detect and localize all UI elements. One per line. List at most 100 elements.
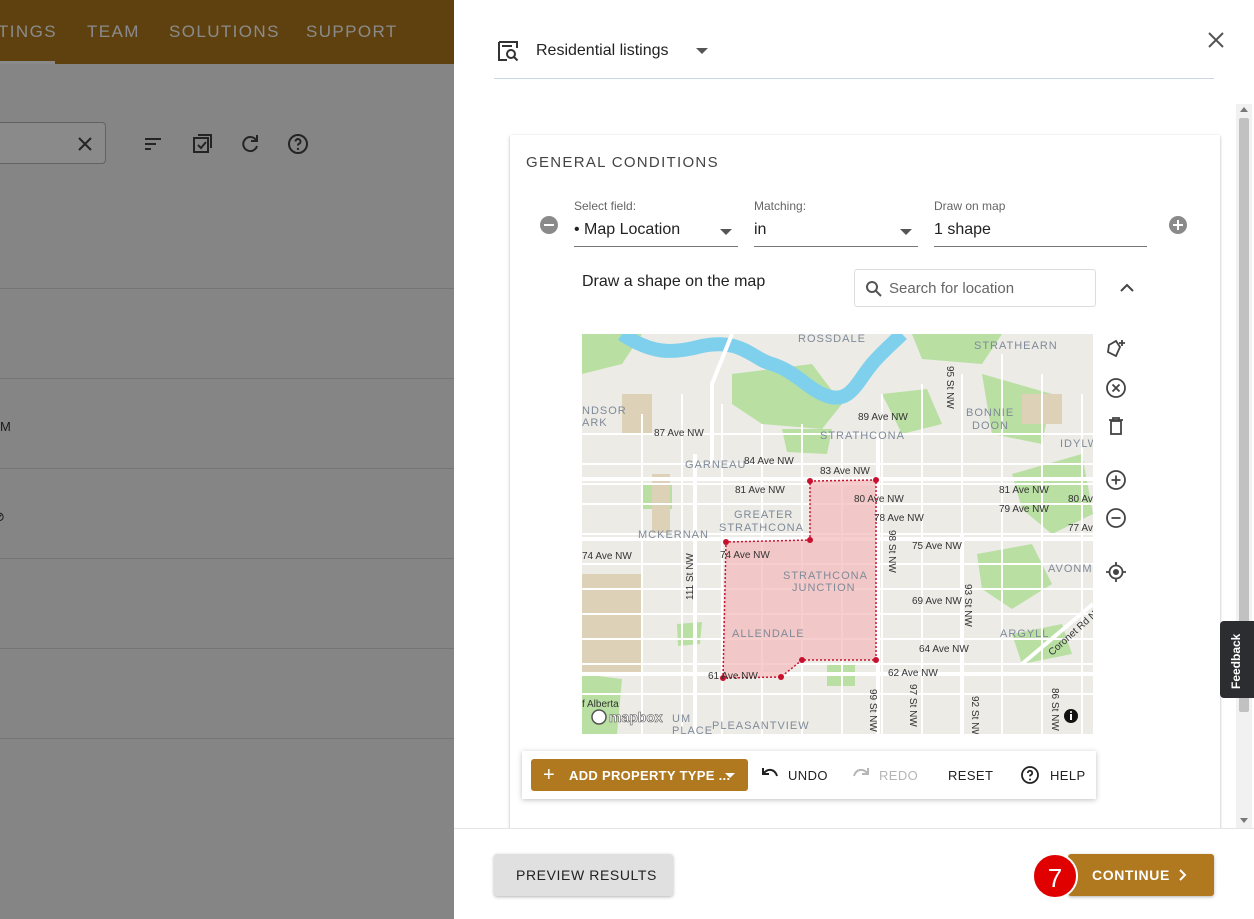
map-label: BONNIE <box>966 407 1014 419</box>
map-label: 84 Ave NW <box>744 456 794 467</box>
general-conditions-card: GENERAL CONDITIONS Select field: • Map L… <box>510 135 1220 828</box>
scrollbar[interactable] <box>1236 104 1252 828</box>
matching-label: Matching: <box>754 199 807 213</box>
scroll-down-arrow[interactable] <box>1240 818 1248 823</box>
reset-button[interactable]: RESET <box>948 759 996 791</box>
map-label: 97 St NW <box>907 684 918 727</box>
remove-condition-icon[interactable] <box>540 216 558 234</box>
map-label: 79 Ave NW <box>999 504 1049 515</box>
map-label: 98 St NW <box>886 530 897 573</box>
list-selector[interactable]: Residential listings <box>536 42 669 60</box>
mapbox-logo: mapbox <box>591 709 663 725</box>
map-label: 89 Ave NW <box>858 412 908 423</box>
map-label: ARK <box>582 417 608 429</box>
map-label: 81 Ave NW <box>735 485 785 496</box>
map-label: 74 Ave NW <box>582 551 632 562</box>
help-button[interactable]: HELP <box>1020 759 1086 791</box>
map-label: 69 Ave NW <box>912 596 962 607</box>
redo-label: REDO <box>879 768 919 783</box>
map-label: 93 St NW <box>962 584 973 627</box>
condition-toolbar: + ADD PROPERTY TYPE ... UNDO REDO RESET … <box>522 751 1096 799</box>
redo-button[interactable]: REDO <box>851 759 921 791</box>
field-value: • Map Location <box>574 221 681 238</box>
map-label: ALLENDALE <box>732 628 805 640</box>
map-canvas[interactable]: ROSSDALE STRATHEARN NDSOR ARK BONNIE DOO… <box>582 334 1093 734</box>
map-label: 74 Ave NW <box>720 550 770 561</box>
map-label: GREATER <box>734 509 793 521</box>
map-label: 87 Ave NW <box>654 428 704 439</box>
map-label: 95 St NW <box>944 366 955 409</box>
map-label: STRATHEARN <box>974 340 1058 352</box>
map-label: 92 St NW <box>969 696 980 734</box>
zoom-in-icon[interactable] <box>1104 468 1128 492</box>
step-badge: 7 <box>1032 853 1078 899</box>
matching-dropdown[interactable]: Matching: in <box>754 199 918 247</box>
map-label: 61 Ave NW <box>708 671 758 682</box>
list-search-icon <box>498 41 519 62</box>
plus-icon: + <box>543 764 555 786</box>
location-search-input[interactable] <box>889 270 1089 306</box>
add-property-type-button[interactable]: + ADD PROPERTY TYPE ... <box>531 759 748 791</box>
info-icon <box>1064 709 1078 723</box>
select-field-dropdown[interactable]: Select field: • Map Location <box>574 199 738 247</box>
undo-button[interactable]: UNDO <box>760 759 830 791</box>
map-label: 75 Ave NW <box>912 541 962 552</box>
map-label: 111 St NW <box>685 553 696 600</box>
scroll-up-arrow[interactable] <box>1240 107 1248 112</box>
reset-label: RESET <box>948 768 994 783</box>
map-label: DOON <box>972 420 1009 432</box>
map-label: 99 St NW <box>867 689 878 732</box>
close-icon[interactable] <box>1204 28 1228 52</box>
drawer-footer: PREVIEW RESULTS 7 CONTINUE <box>454 828 1254 919</box>
location-search[interactable] <box>854 269 1096 307</box>
map-label: STRATHCONA <box>719 522 804 534</box>
field-label: Select field: <box>574 199 637 213</box>
drawer-scroll-area[interactable]: GENERAL CONDITIONS Select field: • Map L… <box>454 104 1254 828</box>
draw-value: 1 shape <box>934 221 991 238</box>
trash-icon[interactable] <box>1104 414 1128 438</box>
map-label: 86 St NW <box>1049 688 1060 731</box>
map-label: 78 Ave NW <box>874 513 924 524</box>
preview-label: PREVIEW RESULTS <box>516 867 657 883</box>
zoom-out-icon[interactable] <box>1104 506 1128 530</box>
cancel-shape-icon[interactable] <box>1104 376 1128 400</box>
chevron-down-icon[interactable] <box>696 48 708 54</box>
drawer-header: Residential listings <box>494 30 1214 79</box>
continue-button[interactable]: CONTINUE <box>1068 854 1214 896</box>
map-label: UM <box>672 713 691 725</box>
map-label: STRATHCONA <box>820 430 905 442</box>
map-label: PLACE <box>672 725 713 734</box>
redo-icon <box>853 768 869 777</box>
draw-on-map-field[interactable]: Draw on map 1 shape <box>934 199 1147 247</box>
undo-icon <box>762 768 778 777</box>
map-label: IDYLW <box>1060 438 1093 450</box>
map-label: 77 Av <box>1068 523 1093 534</box>
add-condition-icon[interactable] <box>1169 216 1187 234</box>
preview-results-button[interactable]: PREVIEW RESULTS <box>494 854 673 896</box>
draw-polygon-icon[interactable] <box>1104 337 1128 361</box>
chevron-right-icon <box>1179 869 1187 881</box>
search-icon <box>866 281 882 297</box>
feedback-tab[interactable]: Feedback <box>1220 621 1254 698</box>
map-label: GARNEAU <box>685 459 746 471</box>
my-location-icon[interactable] <box>1104 560 1128 584</box>
map-label: ROSSDALE <box>798 334 866 345</box>
section-title: GENERAL CONDITIONS <box>526 154 719 171</box>
chevron-down-icon <box>900 229 912 235</box>
map-label: AVONMO <box>1048 563 1093 575</box>
map-tools <box>1104 334 1128 594</box>
map-label: NDSOR <box>582 405 627 417</box>
map-section-title: Draw a shape on the map <box>582 273 766 290</box>
map-label: ARGYLL <box>1000 628 1049 640</box>
map-label: MCKERNAN <box>638 529 709 541</box>
map-label: 64 Ave NW <box>919 644 969 655</box>
chevron-down-icon <box>720 229 732 235</box>
modal-backdrop[interactable] <box>0 0 454 919</box>
feedback-label: Feedback <box>1229 633 1243 689</box>
chevron-up-icon[interactable] <box>1118 279 1136 297</box>
map-label: JUNCTION <box>792 582 856 594</box>
chevron-down-icon <box>725 773 735 778</box>
help-label: HELP <box>1050 768 1086 783</box>
map-label: STRATHCONA <box>783 570 868 582</box>
matching-value: in <box>754 221 767 238</box>
